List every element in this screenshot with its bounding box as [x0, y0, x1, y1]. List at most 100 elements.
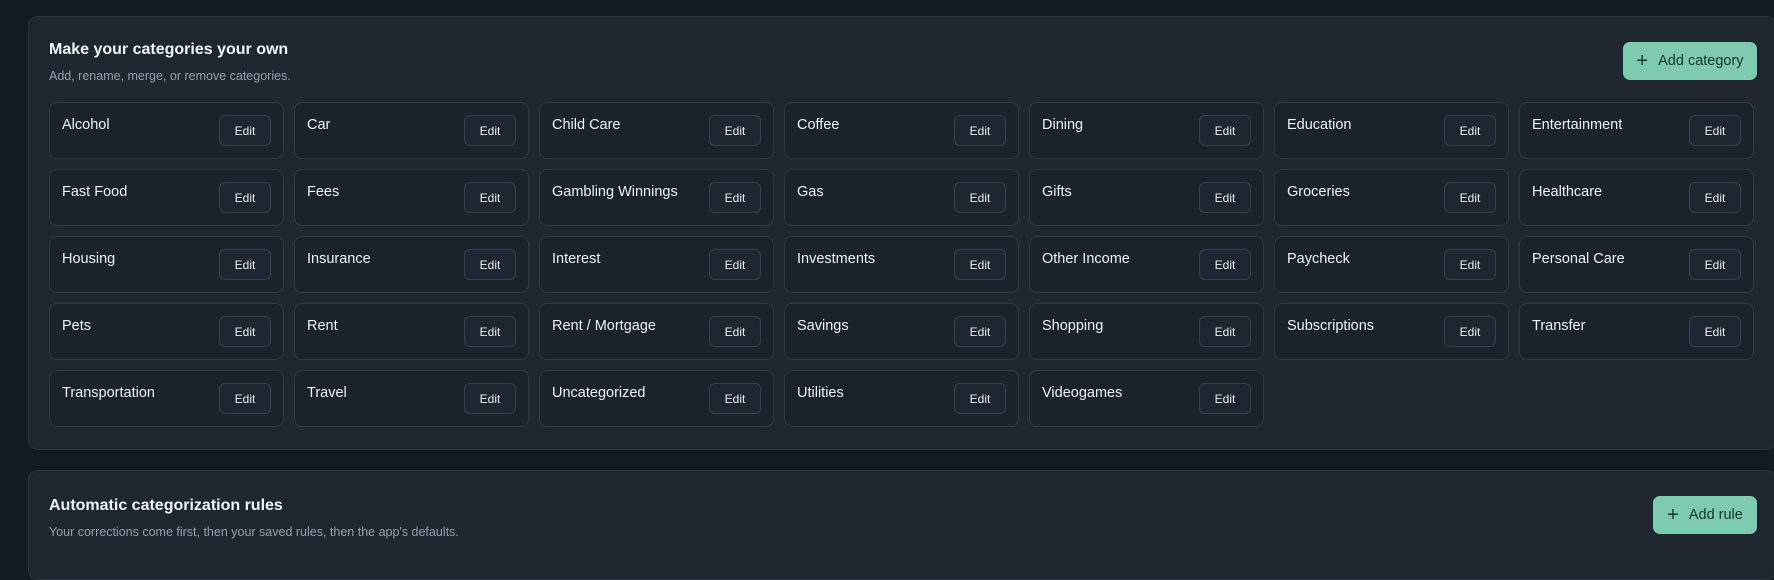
plus-icon: + — [1667, 504, 1679, 526]
category-name: Groceries — [1287, 184, 1350, 200]
add-category-button[interactable]: + Add category — [1623, 42, 1757, 80]
category-tile: Travel Edit — [294, 370, 529, 427]
edit-category-button[interactable]: Edit — [219, 249, 271, 280]
edit-category-button[interactable]: Edit — [219, 383, 271, 414]
edit-category-button[interactable]: Edit — [464, 115, 516, 146]
category-name: Entertainment — [1532, 117, 1623, 133]
edit-category-button[interactable]: Edit — [954, 182, 1006, 213]
category-tile: Insurance Edit — [294, 236, 529, 293]
edit-category-button[interactable]: Edit — [219, 115, 271, 146]
categories-title: Make your categories your own — [49, 41, 289, 58]
category-name: Housing — [62, 251, 116, 267]
edit-category-button[interactable]: Edit — [1689, 249, 1741, 280]
add-rule-button[interactable]: + Add rule — [1653, 496, 1757, 534]
edit-category-button[interactable]: Edit — [709, 115, 761, 146]
edit-category-button[interactable]: Edit — [1444, 316, 1496, 347]
edit-category-button[interactable]: Edit — [1444, 249, 1496, 280]
category-name: Transportation — [62, 385, 155, 401]
category-name: Uncategorized — [552, 385, 646, 401]
category-name: Healthcare — [1532, 184, 1603, 200]
category-name: Investments — [797, 251, 876, 267]
category-name: Gifts — [1042, 184, 1072, 200]
category-tile: Groceries Edit — [1274, 169, 1509, 226]
edit-category-button[interactable]: Edit — [1689, 115, 1741, 146]
category-name: Gambling Winnings — [552, 184, 678, 200]
category-tile: Housing Edit — [49, 236, 284, 293]
category-tile: Personal Care Edit — [1519, 236, 1754, 293]
category-tile: Rent / Mortgage Edit — [539, 303, 774, 360]
category-name: Transfer — [1532, 318, 1586, 334]
category-tile: Child Care Edit — [539, 102, 774, 159]
edit-category-button[interactable]: Edit — [1689, 316, 1741, 347]
category-name: Paycheck — [1287, 251, 1350, 267]
edit-category-button[interactable]: Edit — [1199, 115, 1251, 146]
category-tile: Dining Edit — [1029, 102, 1264, 159]
category-name: Interest — [552, 251, 601, 267]
edit-category-button[interactable]: Edit — [1199, 316, 1251, 347]
edit-category-button[interactable]: Edit — [1199, 249, 1251, 280]
category-tile: Utilities Edit — [784, 370, 1019, 427]
category-name: Other Income — [1042, 251, 1130, 267]
edit-category-button[interactable]: Edit — [219, 316, 271, 347]
category-tile: Alcohol Edit — [49, 102, 284, 159]
edit-category-button[interactable]: Edit — [1199, 383, 1251, 414]
category-name: Coffee — [797, 117, 840, 133]
category-tile: Gambling Winnings Edit — [539, 169, 774, 226]
category-tile: Other Income Edit — [1029, 236, 1264, 293]
edit-category-button[interactable]: Edit — [709, 316, 761, 347]
category-name: Fast Food — [62, 184, 128, 200]
category-tile: Paycheck Edit — [1274, 236, 1509, 293]
edit-category-button[interactable]: Edit — [954, 249, 1006, 280]
category-tile: Healthcare Edit — [1519, 169, 1754, 226]
category-tile: Rent Edit — [294, 303, 529, 360]
category-name: Rent — [307, 318, 338, 334]
edit-category-button[interactable]: Edit — [219, 182, 271, 213]
edit-category-button[interactable]: Edit — [464, 182, 516, 213]
category-name: Rent / Mortgage — [552, 318, 656, 334]
add-rule-label: Add rule — [1688, 507, 1743, 523]
category-tile: Uncategorized Edit — [539, 370, 774, 427]
category-tile: Gifts Edit — [1029, 169, 1264, 226]
category-tile: Education Edit — [1274, 102, 1509, 159]
category-tile: Pets Edit — [49, 303, 284, 360]
category-name: Car — [307, 117, 331, 133]
category-name: Shopping — [1042, 318, 1104, 334]
edit-category-button[interactable]: Edit — [954, 115, 1006, 146]
category-name: Education — [1287, 117, 1352, 133]
category-tile: Car Edit — [294, 102, 529, 159]
plus-icon: + — [1636, 50, 1649, 72]
rules-card: Automatic categorization rules Your corr… — [28, 470, 1774, 580]
category-tile: Videogames Edit — [1029, 370, 1264, 427]
category-tile: Subscriptions Edit — [1274, 303, 1509, 360]
category-name: Fees — [307, 184, 340, 200]
edit-category-button[interactable]: Edit — [464, 249, 516, 280]
categories-card: Make your categories your own Add, renam… — [28, 16, 1774, 450]
edit-category-button[interactable]: Edit — [954, 383, 1006, 414]
category-tile: Coffee Edit — [784, 102, 1019, 159]
category-name: Dining — [1042, 117, 1084, 133]
edit-category-button[interactable]: Edit — [954, 316, 1006, 347]
category-name: Insurance — [307, 251, 371, 267]
category-tile: Fast Food Edit — [49, 169, 284, 226]
edit-category-button[interactable]: Edit — [464, 316, 516, 347]
category-tile: Shopping Edit — [1029, 303, 1264, 360]
category-tile: Investments Edit — [784, 236, 1019, 293]
edit-category-button[interactable]: Edit — [1689, 182, 1741, 213]
category-tile: Gas Edit — [784, 169, 1019, 226]
category-tile: Savings Edit — [784, 303, 1019, 360]
edit-category-button[interactable]: Edit — [1444, 182, 1496, 213]
edit-category-button[interactable]: Edit — [709, 383, 761, 414]
edit-category-button[interactable]: Edit — [709, 249, 761, 280]
category-tile: Entertainment Edit — [1519, 102, 1754, 159]
edit-category-button[interactable]: Edit — [464, 383, 516, 414]
category-name: Utilities — [797, 385, 844, 401]
edit-category-button[interactable]: Edit — [1444, 115, 1496, 146]
category-name: Alcohol — [62, 117, 110, 133]
add-category-label: Add category — [1658, 53, 1744, 69]
edit-category-button[interactable]: Edit — [709, 182, 761, 213]
category-name: Savings — [797, 318, 849, 334]
category-tile: Transportation Edit — [49, 370, 284, 427]
category-tile: Fees Edit — [294, 169, 529, 226]
edit-category-button[interactable]: Edit — [1199, 182, 1251, 213]
category-grid: Alcohol Edit Car Edit Child Care Edit Coffee Ed… — [49, 102, 1754, 427]
